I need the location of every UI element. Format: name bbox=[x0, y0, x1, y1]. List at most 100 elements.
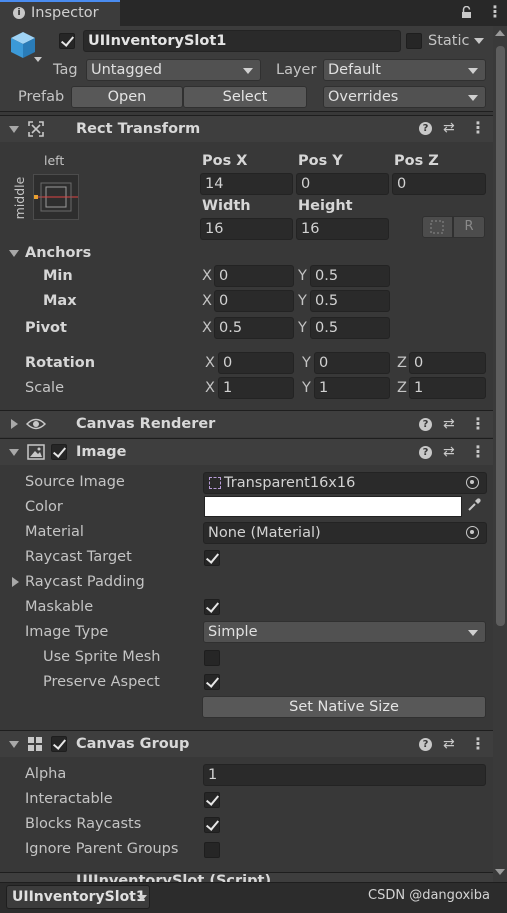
scrollbar-down-arrow[interactable] bbox=[495, 869, 505, 875]
image-enabled-checkbox[interactable] bbox=[51, 444, 67, 460]
image-component-icon bbox=[27, 444, 45, 460]
anchor-max-y-field[interactable]: 0.5 bbox=[310, 290, 390, 312]
raw-edit-button[interactable]: R bbox=[453, 216, 485, 238]
component-menu-icon[interactable]: ⋮ bbox=[470, 120, 486, 136]
anchor-min-y-field[interactable]: 0.5 bbox=[310, 265, 390, 287]
eye-icon bbox=[25, 417, 47, 431]
scale-y-axis-label: Y bbox=[302, 380, 311, 396]
blueprint-mode-button[interactable] bbox=[422, 216, 453, 238]
help-icon[interactable]: ? bbox=[419, 446, 432, 459]
color-swatch[interactable] bbox=[204, 496, 462, 517]
canvas-group-icon bbox=[27, 736, 43, 752]
anchor-max-x-field[interactable]: 0 bbox=[214, 290, 294, 312]
ignore-parent-groups-label: Ignore Parent Groups bbox=[25, 841, 179, 857]
use-sprite-mesh-checkbox[interactable] bbox=[204, 650, 220, 666]
canvas-group-enabled-checkbox[interactable] bbox=[51, 736, 67, 752]
rotation-z-field[interactable]: 0 bbox=[409, 352, 486, 374]
layer-value: Default bbox=[328, 62, 381, 78]
blocks-raycasts-checkbox[interactable] bbox=[204, 817, 220, 833]
image-title: Image bbox=[76, 444, 127, 460]
scale-y-field[interactable]: 1 bbox=[314, 377, 390, 399]
pos-z-field[interactable]: 0 bbox=[392, 173, 486, 195]
selection-dropdown[interactable]: UIInventorySlot1 bbox=[6, 885, 150, 909]
layer-dropdown[interactable]: Default bbox=[323, 59, 486, 81]
component-menu-icon[interactable]: ⋮ bbox=[470, 416, 486, 432]
pivot-x-field[interactable]: 0.5 bbox=[214, 317, 294, 339]
scrollbar-thumb[interactable] bbox=[496, 46, 505, 626]
prefab-select-button[interactable]: Select bbox=[183, 86, 307, 108]
presets-icon[interactable]: ⇄ bbox=[443, 736, 455, 752]
anchors-label[interactable]: Anchors bbox=[25, 243, 91, 263]
source-image-field[interactable]: Transparent16x16 bbox=[203, 472, 487, 494]
scale-x-axis-label: X bbox=[205, 380, 215, 396]
foldout-arrow-icon[interactable] bbox=[9, 449, 19, 456]
anchors-foldout-icon[interactable] bbox=[9, 250, 19, 257]
height-label: Height bbox=[298, 198, 353, 214]
pos-x-label: Pos X bbox=[202, 153, 248, 169]
raycast-padding-label[interactable]: Raycast Padding bbox=[25, 572, 145, 592]
rect-transform-icon bbox=[28, 121, 44, 137]
tag-dropdown[interactable]: Untagged bbox=[86, 59, 261, 81]
scale-z-field[interactable]: 1 bbox=[409, 377, 486, 399]
prefab-open-button[interactable]: Open bbox=[71, 86, 183, 108]
object-name-input[interactable]: UIInventorySlot1 bbox=[83, 30, 401, 52]
pos-y-label: Pos Y bbox=[298, 153, 343, 169]
anchor-presets-button[interactable] bbox=[33, 174, 79, 220]
static-checkbox[interactable] bbox=[406, 33, 422, 49]
scrollbar-up-arrow[interactable] bbox=[495, 30, 505, 36]
help-icon[interactable]: ? bbox=[419, 122, 432, 135]
image-type-dropdown[interactable]: Simple bbox=[203, 621, 486, 643]
object-picker-icon[interactable] bbox=[466, 476, 479, 489]
rotation-label: Rotation bbox=[25, 355, 96, 371]
set-native-size-button[interactable]: Set Native Size bbox=[202, 696, 486, 718]
interactable-label: Interactable bbox=[25, 791, 113, 807]
scale-x-field[interactable]: 1 bbox=[218, 377, 294, 399]
raycast-padding-foldout-icon[interactable] bbox=[12, 577, 19, 587]
foldout-arrow-icon[interactable] bbox=[11, 419, 18, 429]
anchor-min-x-field[interactable]: 0 bbox=[214, 265, 294, 287]
preserve-aspect-label: Preserve Aspect bbox=[43, 674, 160, 690]
width-field[interactable]: 16 bbox=[200, 218, 293, 240]
object-picker-icon[interactable] bbox=[466, 526, 479, 539]
max-y-axis-label: Y bbox=[298, 293, 307, 309]
lock-icon[interactable] bbox=[461, 5, 472, 18]
preserve-aspect-checkbox[interactable] bbox=[204, 674, 220, 690]
tab-menu-icon[interactable]: ⋮ bbox=[487, 4, 503, 20]
pos-z-label: Pos Z bbox=[394, 153, 439, 169]
alpha-field[interactable]: 1 bbox=[203, 764, 486, 786]
prefab-label: Prefab bbox=[18, 89, 65, 105]
pivot-y-axis-label: Y bbox=[298, 320, 307, 336]
interactable-checkbox[interactable] bbox=[204, 792, 220, 808]
material-field[interactable]: None (Material) bbox=[203, 522, 487, 544]
scale-z-axis-label: Z bbox=[397, 380, 407, 396]
static-label[interactable]: Static bbox=[428, 31, 469, 51]
gameobject-cube-icon bbox=[9, 30, 37, 60]
height-field[interactable]: 16 bbox=[296, 218, 389, 240]
ignore-parent-groups-checkbox[interactable] bbox=[204, 842, 220, 858]
presets-icon[interactable]: ⇄ bbox=[443, 444, 455, 460]
raycast-target-checkbox[interactable] bbox=[204, 550, 220, 566]
canvas-group-title: Canvas Group bbox=[76, 736, 190, 752]
icon-dropdown-arrow[interactable] bbox=[34, 57, 42, 62]
static-dropdown-arrow[interactable] bbox=[474, 38, 484, 44]
maskable-checkbox[interactable] bbox=[204, 599, 220, 615]
help-icon[interactable]: ? bbox=[419, 418, 432, 431]
help-icon[interactable]: ? bbox=[419, 738, 432, 751]
overrides-dropdown[interactable]: Overrides bbox=[323, 86, 486, 108]
component-menu-icon[interactable]: ⋮ bbox=[470, 444, 486, 460]
component-menu-icon[interactable]: ⋮ bbox=[470, 736, 486, 752]
eyedropper-icon[interactable] bbox=[467, 498, 481, 512]
foldout-arrow-icon[interactable] bbox=[9, 126, 19, 133]
pos-y-field[interactable]: 0 bbox=[296, 173, 389, 195]
watermark-text: CSDN @dangoxiba bbox=[368, 888, 490, 903]
rotation-x-field[interactable]: 0 bbox=[218, 352, 294, 374]
presets-icon[interactable]: ⇄ bbox=[443, 416, 455, 432]
foldout-arrow-icon[interactable] bbox=[9, 741, 19, 748]
canvas-renderer-title: Canvas Renderer bbox=[76, 416, 216, 432]
pivot-y-field[interactable]: 0.5 bbox=[310, 317, 390, 339]
maskable-label: Maskable bbox=[25, 599, 94, 615]
active-checkbox[interactable] bbox=[59, 33, 75, 49]
rotation-y-field[interactable]: 0 bbox=[314, 352, 390, 374]
pos-x-field[interactable]: 14 bbox=[200, 173, 293, 195]
presets-icon[interactable]: ⇄ bbox=[443, 120, 455, 136]
